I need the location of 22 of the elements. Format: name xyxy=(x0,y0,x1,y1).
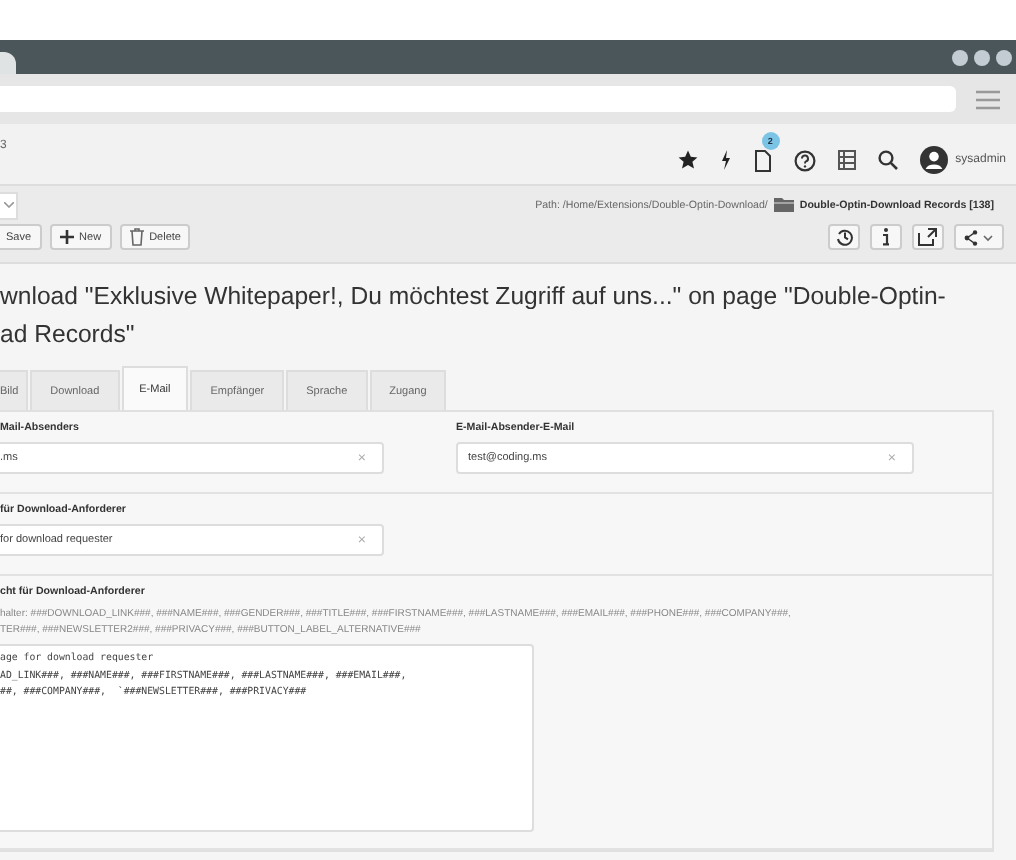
lightning-icon[interactable] xyxy=(719,150,732,170)
table-icon[interactable] xyxy=(837,150,856,170)
history-button[interactable] xyxy=(828,224,860,250)
share-button[interactable] xyxy=(954,224,1004,250)
info-button[interactable] xyxy=(870,224,902,250)
external-link-icon xyxy=(918,228,938,246)
star-icon[interactable] xyxy=(677,150,698,170)
trash-icon xyxy=(129,228,144,246)
folder-icon xyxy=(773,198,794,212)
browser-tab[interactable] xyxy=(0,52,16,74)
info-icon xyxy=(882,228,890,246)
search-icon[interactable] xyxy=(877,150,898,170)
caret-icon xyxy=(3,202,13,208)
avatar-icon[interactable] xyxy=(919,146,948,174)
address-field[interactable] xyxy=(0,86,956,112)
record-title: wnload "Exklusive Whitepaper!, Du möchtest Zugriff auf uns..." on page "Double-Optin- ad Records" xyxy=(0,280,948,352)
share-icon xyxy=(964,229,994,245)
help-icon[interactable] xyxy=(793,149,816,171)
plus-icon xyxy=(59,230,74,244)
open-in-window-button[interactable] xyxy=(912,224,944,250)
document-icon[interactable] xyxy=(753,149,772,171)
history-icon xyxy=(835,228,853,246)
